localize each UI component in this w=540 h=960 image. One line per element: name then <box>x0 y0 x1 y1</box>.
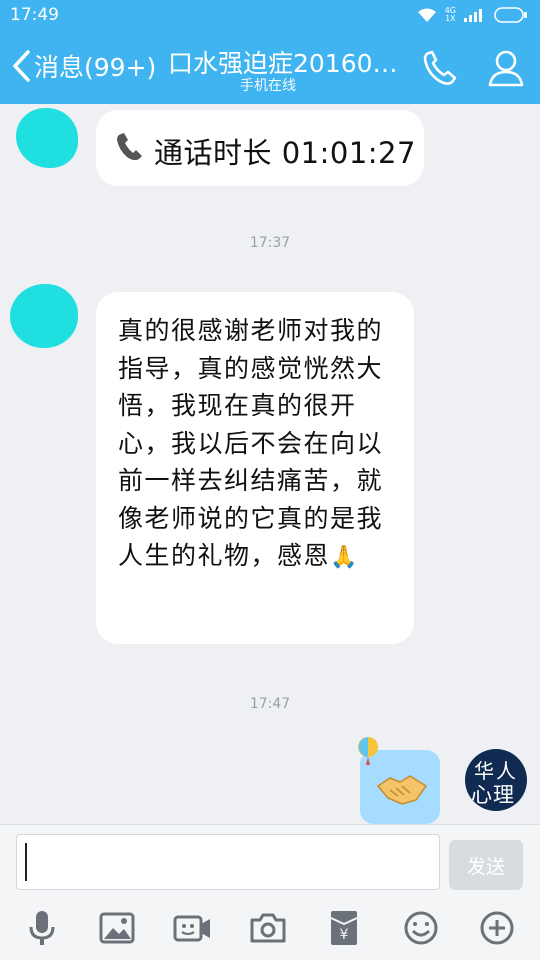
bottom-toolbar: ¥ <box>0 894 540 960</box>
phone-icon <box>423 50 457 85</box>
plus-icon[interactable] <box>477 908 517 948</box>
network-type: 4G 1X <box>444 6 456 23</box>
contact-avatar[interactable] <box>16 108 78 168</box>
wifi-icon <box>417 8 436 22</box>
back-button[interactable]: 消息(99+) <box>10 46 156 86</box>
red-packet-icon[interactable]: ¥ <box>324 908 364 948</box>
chat-header: 消息(99+) 口水强迫症20160… 手机在线 <box>0 30 540 104</box>
balloon-icon <box>358 737 378 765</box>
back-label: 消息(99+) <box>34 53 157 82</box>
person-icon <box>488 50 524 87</box>
microphone-icon[interactable] <box>22 908 62 948</box>
chevron-left-icon <box>13 50 30 82</box>
status-bar: 17:49 4G 1X <box>0 0 540 30</box>
signal-icon <box>464 9 482 22</box>
call-button[interactable] <box>420 48 460 88</box>
phone-icon <box>117 133 142 161</box>
user-avatar-logo[interactable]: 华人 心理 <box>465 749 527 811</box>
handshake-icon <box>376 775 428 805</box>
text-caret <box>25 843 27 881</box>
message-input[interactable] <box>16 834 440 890</box>
video-icon[interactable] <box>172 908 212 948</box>
status-icons: 4G 1X <box>417 5 528 25</box>
pray-emoji: 🙏 <box>330 545 359 570</box>
image-icon[interactable] <box>97 908 137 948</box>
online-status: 手机在线 <box>240 78 296 94</box>
call-duration-text: 通话时长 01:01:27 <box>154 136 416 170</box>
status-time: 17:49 <box>10 5 59 25</box>
message-text: 真的很感谢老师对我的指导，真的感觉恍然大悟，我现在真的很开心，我以后不会在向以前… <box>118 312 400 577</box>
input-bar: 发送 <box>0 824 540 894</box>
chat-area[interactable]: 通话时长 01:01:27 17:37 真的很感谢老师对我的指导，真的感觉恍然大… <box>0 104 540 824</box>
battery-icon <box>494 7 527 23</box>
logo-text-line2: 心理 <box>471 783 515 807</box>
contact-avatar[interactable] <box>10 284 78 348</box>
emoji-icon[interactable] <box>401 908 441 948</box>
timestamp: 17:47 <box>249 696 291 712</box>
send-button[interactable]: 发送 <box>449 840 523 890</box>
profile-button[interactable] <box>486 48 526 88</box>
svg-text:¥: ¥ <box>340 927 349 943</box>
timestamp: 17:37 <box>249 235 291 251</box>
call-record-bubble[interactable]: 通话时长 01:01:27 <box>96 110 424 186</box>
camera-icon[interactable] <box>248 908 288 948</box>
message-bubble[interactable]: 真的很感谢老师对我的指导，真的感觉恍然大悟，我现在真的很开心，我以后不会在向以前… <box>96 292 414 644</box>
